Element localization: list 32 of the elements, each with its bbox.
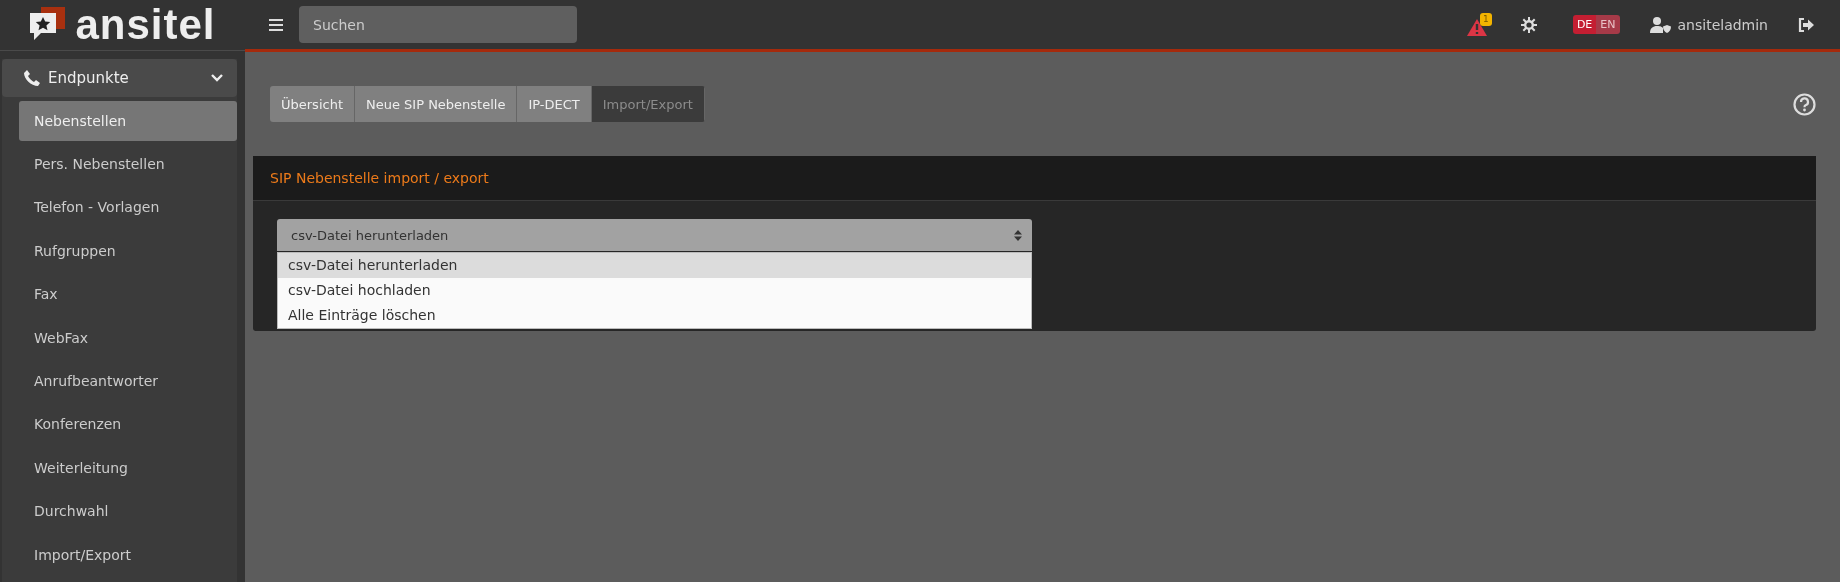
user-name[interactable]: ansiteladmin [1677,16,1768,33]
dropdown-option[interactable]: csv-Datei hochladen [278,278,1031,303]
sidebar-item[interactable]: Anrufbeantworter [19,361,237,402]
alert-count-badge: 1 [1479,13,1492,26]
sidebar-item[interactable]: Durchwahl [19,491,237,532]
sidebar-item[interactable]: Import/Export [19,534,237,575]
language-button[interactable]: EN [1596,15,1620,34]
sidebar-item[interactable]: Telefon - Vorlagen [19,187,237,228]
user-shield-icon [1649,16,1672,33]
phone-icon [24,69,40,86]
nav-group-header[interactable]: Endpunkte [2,58,237,97]
dropdown-option[interactable]: Alle Einträge löschen [278,303,1031,328]
sidebar-item[interactable]: Fax [19,274,237,315]
help-icon[interactable] [1793,92,1816,116]
brand-name: ansitel [75,3,216,46]
sidebar-item[interactable]: Pers. Nebenstellen [19,144,237,185]
search-field[interactable]: Suchen [299,6,577,43]
sidebar-item[interactable]: WebFax [19,317,237,358]
chevron-icon [211,73,223,83]
sidebar-item[interactable]: Rufgruppen [19,230,237,271]
panel-title: SIP Nebenstelle import / export [253,156,1816,201]
dropdown-option[interactable]: csv-Datei herunterladen [278,253,1031,278]
sort-arrows-icon [1014,229,1022,241]
sidebar-item[interactable]: Weiterleitung [19,447,237,488]
action-select[interactable]: csv-Datei herunterladen [277,219,1032,251]
alert-button[interactable]: 1 [1466,13,1495,36]
menu-icon[interactable] [269,18,283,31]
sidebar-item[interactable]: Konferenzen [19,404,237,445]
sidebar-item[interactable]: Nebenstellen [19,100,237,141]
logout-icon[interactable] [1798,17,1814,32]
settings-icon[interactable] [1520,16,1537,33]
language-button[interactable]: DE [1572,15,1597,34]
